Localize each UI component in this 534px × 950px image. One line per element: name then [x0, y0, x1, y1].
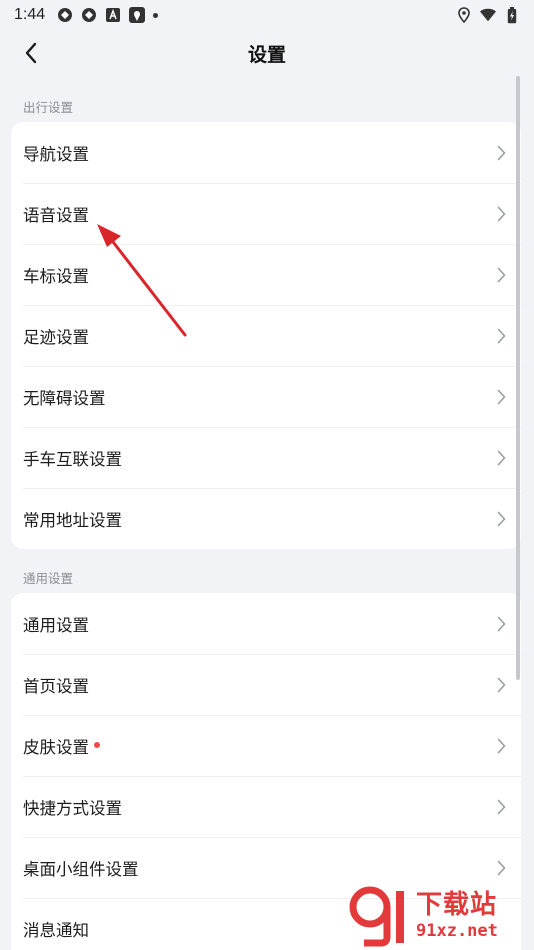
- watermark-url: 91xz.net: [416, 921, 498, 941]
- row-label: 导航设置: [23, 144, 89, 164]
- settings-row-accessibility[interactable]: 无障碍设置: [11, 366, 521, 427]
- row-label: 皮肤设置: [23, 737, 89, 757]
- chevron-right-icon: [495, 676, 507, 694]
- chevron-right-icon: [495, 388, 507, 406]
- chevron-right-icon: [495, 266, 507, 284]
- settings-row-phone-car-link[interactable]: 手车互联设置: [11, 427, 521, 488]
- row-label: 常用地址设置: [23, 510, 122, 530]
- settings-row-homepage[interactable]: 首页设置: [11, 654, 521, 715]
- chevron-right-icon: [495, 205, 507, 223]
- chevron-right-icon: [495, 327, 507, 345]
- chevron-right-icon: [495, 859, 507, 877]
- scrollbar[interactable]: [516, 76, 520, 680]
- app-notification-icon: [57, 7, 73, 23]
- section-label-general: 通用设置: [23, 571, 74, 586]
- chevron-right-icon: [495, 510, 507, 528]
- row-label: 快捷方式设置: [23, 798, 122, 818]
- status-time: 1:44: [14, 6, 46, 23]
- watermark: 下载站 91xz.net: [348, 884, 528, 948]
- new-badge-dot: [94, 741, 100, 748]
- row-label: 桌面小组件设置: [23, 859, 139, 879]
- row-label: 通用设置: [23, 615, 89, 635]
- page-title: 设置: [247, 43, 286, 66]
- chevron-right-icon: [495, 144, 507, 162]
- watermark-logo-icon: [349, 886, 404, 947]
- app-notification-icon: [81, 7, 97, 23]
- settings-row-shortcut[interactable]: 快捷方式设置: [11, 776, 521, 837]
- chevron-right-icon: [495, 737, 507, 755]
- settings-row-frequent-address[interactable]: 常用地址设置: [11, 488, 521, 549]
- back-button[interactable]: [14, 36, 48, 70]
- settings-row-voice[interactable]: 语音设置: [11, 183, 521, 244]
- row-label: 手车互联设置: [23, 449, 122, 469]
- back-arrow-icon: [25, 42, 37, 64]
- battery-charging-icon: [504, 6, 520, 23]
- section-label-travel: 出行设置: [23, 100, 74, 115]
- settings-row-navigation[interactable]: 导航设置: [11, 122, 521, 183]
- row-label: 首页设置: [23, 676, 89, 696]
- chevron-right-icon: [495, 449, 507, 467]
- row-label: 消息通知: [23, 920, 89, 940]
- settings-row-footprint[interactable]: 足迹设置: [11, 305, 521, 366]
- chevron-right-icon: [495, 615, 507, 633]
- wifi-icon: [480, 7, 496, 23]
- watermark-title: 下载站: [416, 890, 498, 920]
- location-icon: [456, 7, 472, 23]
- header-bar: 设置: [0, 30, 534, 76]
- row-label: 车标设置: [23, 266, 89, 286]
- row-label: 无障碍设置: [23, 388, 106, 408]
- map-app-icon: [129, 7, 146, 23]
- row-label: 语音设置: [23, 205, 89, 225]
- settings-row-general[interactable]: 通用设置: [11, 593, 521, 654]
- status-bar: 1:44: [0, 0, 534, 30]
- more-notifications-icon: [153, 12, 159, 18]
- chevron-right-icon: [495, 798, 507, 816]
- font-app-icon: [105, 7, 121, 23]
- settings-card-travel: 导航设置 语音设置 车标设置 足迹设置 无障碍设置 手车互联设置 常用地址设置: [11, 122, 521, 549]
- row-label: 足迹设置: [23, 327, 89, 347]
- settings-row-car-icon[interactable]: 车标设置: [11, 244, 521, 305]
- settings-row-skin[interactable]: 皮肤设置: [11, 715, 521, 776]
